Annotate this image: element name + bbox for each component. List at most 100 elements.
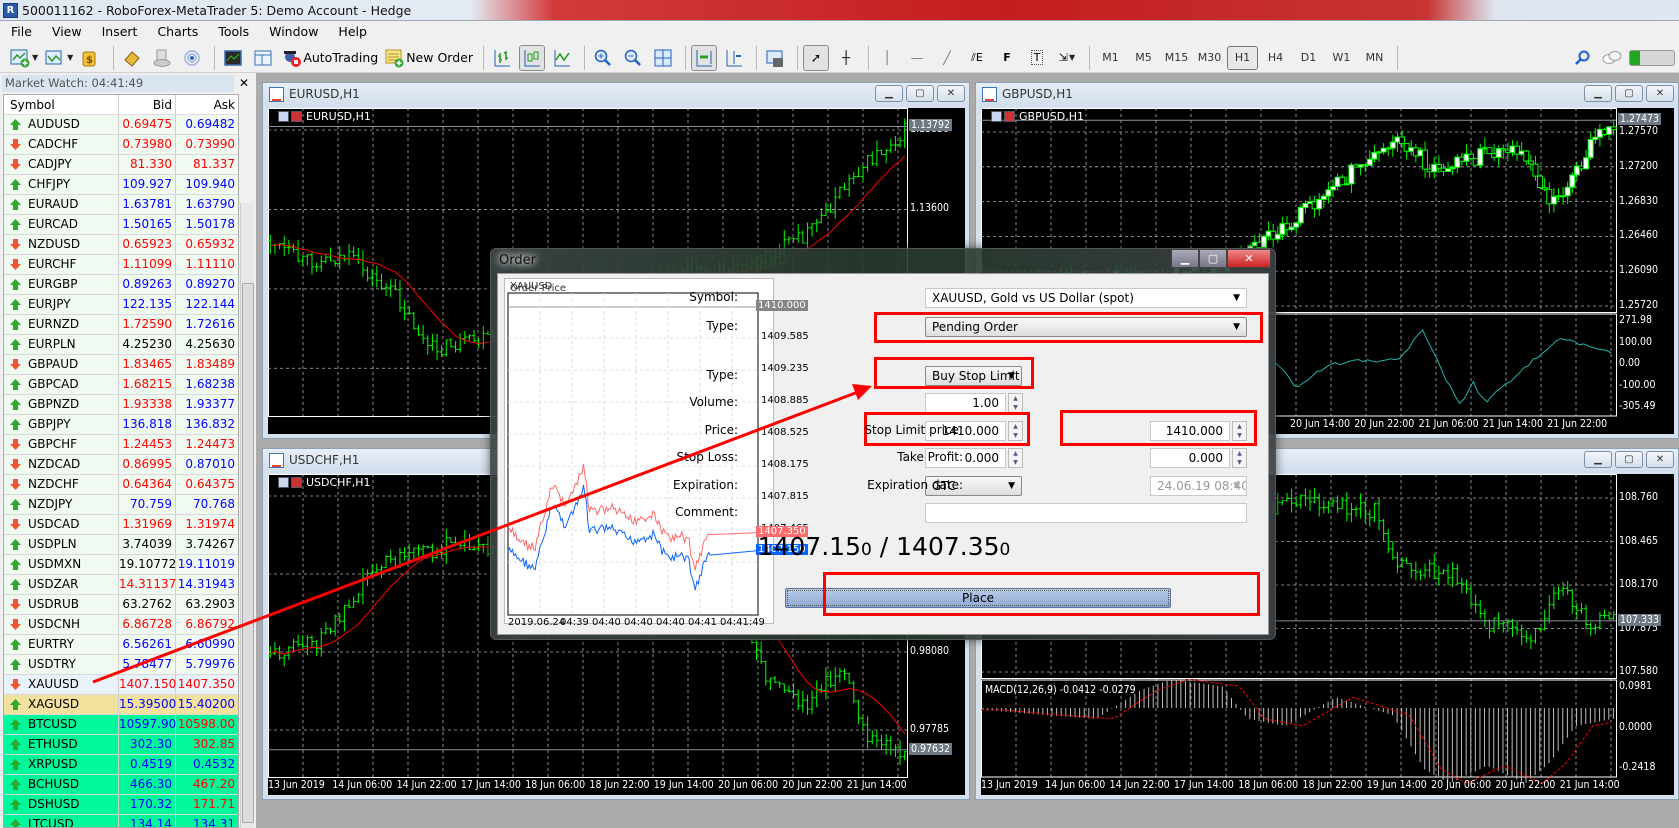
market-watch-row[interactable]: EURCHF 1.11099 1.11110 xyxy=(4,255,238,275)
volume-stepper[interactable]: ▲ ▼ xyxy=(1008,393,1023,413)
menu-view[interactable]: View xyxy=(42,21,92,43)
market-watch-row[interactable]: GBPCHF 1.24453 1.24473 xyxy=(4,435,238,455)
market-watch-row[interactable]: USDCNH 6.86728 6.86792 xyxy=(4,615,238,635)
market-watch-row[interactable]: NZDJPY 70.759 70.768 xyxy=(4,495,238,515)
stop-loss-stepper[interactable]: ▲ ▼ xyxy=(1008,448,1023,468)
market-watch-row[interactable]: DSHUSD 170.32 171.71 xyxy=(4,795,238,815)
market-watch-row[interactable]: EURJPY 122.135 122.144 xyxy=(4,295,238,315)
market-watch-row[interactable]: LTCUSD 134.14 134.31 xyxy=(4,815,238,827)
expiration-date-input[interactable]: 24.06.19 08:40 ▼ xyxy=(1150,476,1247,496)
market-watch-row[interactable]: USDCAD 1.31969 1.31974 xyxy=(4,515,238,535)
market-watch-row[interactable]: GBPAUD 1.83465 1.83489 xyxy=(4,355,238,375)
autotrading-button[interactable]: AutoTrading xyxy=(280,45,379,71)
market-watch-row[interactable]: USDZAR 14.31137 14.31943 xyxy=(4,575,238,595)
maximize-button[interactable]: ▢ xyxy=(1615,85,1643,102)
minimize-button[interactable]: ▁ xyxy=(1171,249,1199,268)
market-watch-row[interactable]: USDRUB 63.2762 63.2903 xyxy=(4,595,238,615)
market-watch-row[interactable]: GBPJPY 136.818 136.832 xyxy=(4,415,238,435)
maximize-button[interactable]: ▢ xyxy=(906,85,934,102)
terminal-button[interactable] xyxy=(220,45,246,71)
timeframe-m5[interactable]: M5 xyxy=(1128,46,1159,70)
chart-window-title-bar[interactable]: GBPUSD,H1 ▁ ▢ ✕ xyxy=(976,83,1678,106)
minimize-button[interactable]: ▁ xyxy=(1584,85,1612,102)
new-chart-button[interactable]: ▼ xyxy=(8,45,39,71)
chart-shift-button[interactable] xyxy=(721,45,747,71)
timeframe-m1[interactable]: M1 xyxy=(1095,46,1126,70)
timeframe-m30[interactable]: M30 xyxy=(1194,46,1225,70)
close-button[interactable]: ✕ xyxy=(937,85,965,102)
save-template-button[interactable] xyxy=(762,45,788,71)
menu-help[interactable]: Help xyxy=(328,21,377,43)
take-profit-stepper[interactable]: ▲ ▼ xyxy=(1232,448,1247,468)
crosshair-tool-button[interactable]: ┼ xyxy=(833,45,859,71)
market-watch-row[interactable]: XRPUSD 0.4519 0.4532 xyxy=(4,755,238,775)
close-button[interactable]: ✕ xyxy=(1646,451,1674,468)
scrollbar[interactable] xyxy=(240,203,254,828)
menu-window[interactable]: Window xyxy=(259,21,328,43)
market-watch-row[interactable]: CADJPY 81.330 81.337 xyxy=(4,155,238,175)
timeframe-m15[interactable]: M15 xyxy=(1161,46,1192,70)
comment-input[interactable] xyxy=(925,503,1247,523)
auto-scroll-button[interactable] xyxy=(690,44,717,71)
market-watch-row[interactable]: EURCAD 1.50165 1.50178 xyxy=(4,215,238,235)
zoom-out-button[interactable] xyxy=(620,45,646,71)
menu-tools[interactable]: Tools xyxy=(208,21,259,43)
column-symbol[interactable]: Symbol xyxy=(4,95,119,114)
profiles-button[interactable]: ▼ xyxy=(43,45,74,71)
market-watch-row[interactable]: BCHUSD 466.30 467.20 xyxy=(4,775,238,795)
column-bid[interactable]: Bid xyxy=(119,95,176,114)
timeframe-h4[interactable]: H4 xyxy=(1260,46,1291,70)
market-watch-row[interactable]: ETHUSD 302.30 302.85 xyxy=(4,735,238,755)
market-watch-row[interactable]: BTCUSD 10597.90 10598.00 xyxy=(4,715,238,735)
zoom-in-button[interactable] xyxy=(590,45,616,71)
tile-windows-button[interactable] xyxy=(650,45,676,71)
market-watch-row[interactable]: NZDCAD 0.86995 0.87010 xyxy=(4,455,238,475)
timeframe-mn[interactable]: MN xyxy=(1359,46,1390,70)
arrows-button[interactable]: ⇲ ▼ xyxy=(1054,45,1080,71)
close-button[interactable]: ✕ xyxy=(1646,85,1674,102)
market-watch-row[interactable]: NZDCHF 0.64364 0.64375 xyxy=(4,475,238,495)
deposit-button[interactable]: $ xyxy=(78,45,104,71)
maximize-button[interactable]: ▢ xyxy=(1615,451,1643,468)
symbol-select[interactable]: XAUUSD, Gold vs US Dollar (spot) ▼ xyxy=(925,288,1247,308)
market-watch-row[interactable]: EURPLN 4.25230 4.25630 xyxy=(4,335,238,355)
fibonacci-button[interactable]: F xyxy=(994,45,1020,71)
volume-input[interactable]: 1.00 xyxy=(925,393,1006,413)
timeframe-d1[interactable]: D1 xyxy=(1293,46,1324,70)
new-order-button[interactable]: New Order xyxy=(383,45,474,71)
market-watch-row[interactable]: EURGBP 0.89263 0.89270 xyxy=(4,275,238,295)
take-profit-input[interactable]: 0.000 xyxy=(1150,448,1230,468)
market-watch-row[interactable]: NZDUSD 0.65923 0.65932 xyxy=(4,235,238,255)
menu-file[interactable]: File xyxy=(5,21,42,43)
menu-charts[interactable]: Charts xyxy=(147,21,208,43)
market-watch-row[interactable]: CHFJPY 109.927 109.940 xyxy=(4,175,238,195)
market-watch-row[interactable]: CADCHF 0.73980 0.73990 xyxy=(4,135,238,155)
chat-button[interactable] xyxy=(1599,45,1625,71)
horizontal-line-button[interactable]: — xyxy=(904,45,930,71)
vertical-line-button[interactable]: │ xyxy=(874,45,900,71)
signals-button[interactable] xyxy=(179,45,205,71)
search-button[interactable] xyxy=(1569,45,1595,71)
market-watch-row[interactable]: EURNZD 1.72590 1.72616 xyxy=(4,315,238,335)
vps-button[interactable] xyxy=(149,45,175,71)
cursor-tool-button[interactable]: ➚ xyxy=(802,44,829,71)
close-button[interactable]: ✕ xyxy=(1227,249,1271,268)
trendline-button[interactable]: ╱ xyxy=(934,45,960,71)
bar-chart-button[interactable] xyxy=(489,45,515,71)
timeframe-h1[interactable]: H1 xyxy=(1226,45,1258,70)
text-button[interactable]: T xyxy=(1024,45,1050,71)
column-ask[interactable]: Ask xyxy=(176,95,238,114)
market-watch-row[interactable]: XAGUSD 15.39500 15.40200 xyxy=(4,695,238,715)
equidistant-channel-button[interactable]: ⫽E xyxy=(964,45,990,71)
navigator-button[interactable] xyxy=(250,45,276,71)
close-icon[interactable]: ✕ xyxy=(239,76,249,90)
market-button[interactable] xyxy=(119,45,145,71)
market-watch-row[interactable]: GBPNZD 1.93338 1.93377 xyxy=(4,395,238,415)
maximize-button[interactable]: ▢ xyxy=(1199,249,1227,268)
market-watch-row[interactable]: USDPLN 3.74039 3.74267 xyxy=(4,535,238,555)
market-watch-row[interactable]: EURAUD 1.63781 1.63790 xyxy=(4,195,238,215)
timeframe-w1[interactable]: W1 xyxy=(1326,46,1357,70)
market-watch-row[interactable]: GBPCAD 1.68215 1.68238 xyxy=(4,375,238,395)
market-watch-row[interactable]: AUDUSD 0.69475 0.69482 xyxy=(4,115,238,135)
minimize-button[interactable]: ▁ xyxy=(875,85,903,102)
